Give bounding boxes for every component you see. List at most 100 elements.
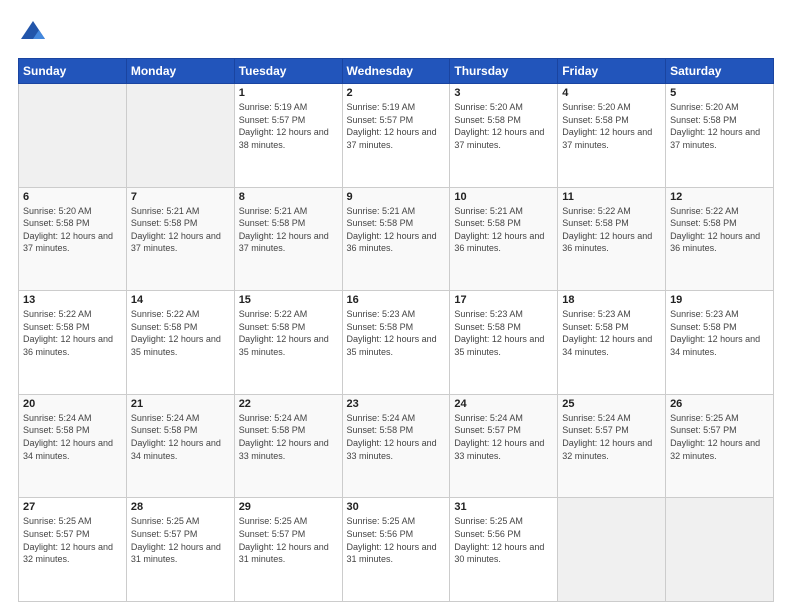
weekday-header-wednesday: Wednesday	[342, 59, 450, 84]
day-number: 17	[454, 294, 553, 306]
calendar-cell: 17 Sunrise: 5:23 AM Sunset: 5:58 PM Dayli…	[450, 291, 558, 395]
day-info: Sunrise: 5:19 AM Sunset: 5:57 PM Dayligh…	[347, 101, 446, 151]
day-info: Sunrise: 5:21 AM Sunset: 5:58 PM Dayligh…	[454, 205, 553, 255]
weekday-header-saturday: Saturday	[666, 59, 774, 84]
calendar-cell: 15Sunrise: 5:22 AM Sunset: 5:58 PM Dayli…	[234, 291, 342, 395]
day-number: 12	[670, 191, 769, 203]
day-info: Sunrise: 5:20 AM Sunset: 5:58 PM Dayligh…	[23, 205, 122, 255]
day-number: 1	[239, 87, 338, 99]
calendar-cell: 23 Sunrise: 5:24 AM Sunset: 5:58 PM Dayli…	[342, 394, 450, 498]
calendar-cell	[666, 498, 774, 602]
day-info: Sunrise: 5:25 AM Sunset: 5:56 PM Dayligh…	[347, 515, 446, 565]
day-number: 21	[131, 398, 230, 410]
day-info: Sunrise: 5:23 AM Sunset: 5:58 PM Dayligh…	[347, 308, 446, 358]
day-info: Sunrise: 5:24 AM Sunset: 5:58 PM Dayligh…	[239, 412, 338, 462]
calendar-week-1: 1 Sunrise: 5:19 AM Sunset: 5:57 PM Daylig…	[19, 84, 774, 188]
calendar-cell: 11 Sunrise: 5:22 AM Sunset: 5:58 PM Dayli…	[558, 187, 666, 291]
day-info: Sunrise: 5:25 AM Sunset: 5:57 PM Dayligh…	[239, 515, 338, 565]
day-info: Sunrise: 5:25 AM Sunset: 5:57 PM Dayligh…	[23, 515, 122, 565]
calendar-cell: 20 Sunrise: 5:24 AM Sunset: 5:58 PM Dayli…	[19, 394, 127, 498]
calendar-cell: 14 Sunrise: 5:22 AM Sunset: 5:58 PM Dayli…	[126, 291, 234, 395]
day-number: 8	[239, 191, 338, 203]
day-number: 31	[454, 501, 553, 513]
calendar-cell: 4 Sunrise: 5:20 AM Sunset: 5:58 PM Daylig…	[558, 84, 666, 188]
weekday-header-row: SundayMondayTuesdayWednesdayThursdayFrid…	[19, 59, 774, 84]
day-info: Sunrise: 5:20 AM Sunset: 5:58 PM Dayligh…	[454, 101, 553, 151]
day-info: Sunrise: 5:24 AM Sunset: 5:58 PM Dayligh…	[23, 412, 122, 462]
day-number: 20	[23, 398, 122, 410]
calendar-cell: 18Sunrise: 5:23 AM Sunset: 5:58 PM Dayli…	[558, 291, 666, 395]
day-info: Sunrise: 5:21 AM Sunset: 5:58 PM Dayligh…	[131, 205, 230, 255]
day-number: 3	[454, 87, 553, 99]
calendar-cell: 16 Sunrise: 5:23 AM Sunset: 5:58 PM Dayli…	[342, 291, 450, 395]
day-number: 19	[670, 294, 769, 306]
logo	[18, 18, 52, 48]
day-number: 29	[239, 501, 338, 513]
day-info: Sunrise: 5:22 AM Sunset: 5:58 PM Dayligh…	[23, 308, 122, 358]
day-number: 25	[562, 398, 661, 410]
calendar-cell: 10Sunrise: 5:21 AM Sunset: 5:58 PM Dayli…	[450, 187, 558, 291]
day-number: 14	[131, 294, 230, 306]
calendar-cell: 19 Sunrise: 5:23 AM Sunset: 5:58 PM Dayli…	[666, 291, 774, 395]
calendar-cell: 13 Sunrise: 5:22 AM Sunset: 5:58 PM Dayli…	[19, 291, 127, 395]
day-info: Sunrise: 5:19 AM Sunset: 5:57 PM Dayligh…	[239, 101, 338, 151]
calendar-cell: 5 Sunrise: 5:20 AM Sunset: 5:58 PM Daylig…	[666, 84, 774, 188]
page: SundayMondayTuesdayWednesdayThursdayFrid…	[0, 0, 792, 612]
day-number: 16	[347, 294, 446, 306]
day-number: 13	[23, 294, 122, 306]
day-number: 11	[562, 191, 661, 203]
calendar-cell: 29 Sunrise: 5:25 AM Sunset: 5:57 PM Dayli…	[234, 498, 342, 602]
calendar-cell: 30 Sunrise: 5:25 AM Sunset: 5:56 PM Dayli…	[342, 498, 450, 602]
calendar-cell: 12 Sunrise: 5:22 AM Sunset: 5:58 PM Dayli…	[666, 187, 774, 291]
day-info: Sunrise: 5:22 AM Sunset: 5:58 PM Dayligh…	[562, 205, 661, 255]
calendar-week-2: 6 Sunrise: 5:20 AM Sunset: 5:58 PM Daylig…	[19, 187, 774, 291]
weekday-header-monday: Monday	[126, 59, 234, 84]
day-number: 7	[131, 191, 230, 203]
calendar-cell: 9 Sunrise: 5:21 AM Sunset: 5:58 PM Daylig…	[342, 187, 450, 291]
calendar-cell: 1 Sunrise: 5:19 AM Sunset: 5:57 PM Daylig…	[234, 84, 342, 188]
calendar-cell	[558, 498, 666, 602]
calendar-cell: 24 Sunrise: 5:24 AM Sunset: 5:57 PM Dayli…	[450, 394, 558, 498]
day-number: 18	[562, 294, 661, 306]
calendar-cell: 28 Sunrise: 5:25 AM Sunset: 5:57 PM Dayli…	[126, 498, 234, 602]
weekday-header-sunday: Sunday	[19, 59, 127, 84]
calendar-table: SundayMondayTuesdayWednesdayThursdayFrid…	[18, 58, 774, 602]
day-info: Sunrise: 5:22 AM Sunset: 5:58 PM Dayligh…	[131, 308, 230, 358]
day-info: Sunrise: 5:23 AM Sunset: 5:58 PM Dayligh…	[670, 308, 769, 358]
day-info: Sunrise: 5:25 AM Sunset: 5:56 PM Dayligh…	[454, 515, 553, 565]
weekday-header-thursday: Thursday	[450, 59, 558, 84]
day-number: 5	[670, 87, 769, 99]
calendar-cell: 7 Sunrise: 5:21 AM Sunset: 5:58 PM Daylig…	[126, 187, 234, 291]
calendar-cell	[126, 84, 234, 188]
day-info: Sunrise: 5:20 AM Sunset: 5:58 PM Dayligh…	[562, 101, 661, 151]
day-number: 26	[670, 398, 769, 410]
day-number: 28	[131, 501, 230, 513]
calendar-week-3: 13 Sunrise: 5:22 AM Sunset: 5:58 PM Dayli…	[19, 291, 774, 395]
day-info: Sunrise: 5:21 AM Sunset: 5:58 PM Dayligh…	[347, 205, 446, 255]
day-info: Sunrise: 5:24 AM Sunset: 5:57 PM Dayligh…	[562, 412, 661, 462]
day-number: 9	[347, 191, 446, 203]
calendar-cell: 25 Sunrise: 5:24 AM Sunset: 5:57 PM Dayli…	[558, 394, 666, 498]
day-info: Sunrise: 5:25 AM Sunset: 5:57 PM Dayligh…	[670, 412, 769, 462]
calendar-cell: 22 Sunrise: 5:24 AM Sunset: 5:58 PM Dayli…	[234, 394, 342, 498]
day-number: 27	[23, 501, 122, 513]
day-number: 4	[562, 87, 661, 99]
day-info: Sunrise: 5:21 AM Sunset: 5:58 PM Dayligh…	[239, 205, 338, 255]
day-info: Sunrise: 5:24 AM Sunset: 5:57 PM Dayligh…	[454, 412, 553, 462]
day-info: Sunrise: 5:22 AM Sunset: 5:58 PM Dayligh…	[670, 205, 769, 255]
day-info: Sunrise: 5:24 AM Sunset: 5:58 PM Dayligh…	[347, 412, 446, 462]
day-number: 24	[454, 398, 553, 410]
day-info: Sunrise: 5:23 AM Sunset: 5:58 PM Dayligh…	[454, 308, 553, 358]
weekday-header-friday: Friday	[558, 59, 666, 84]
calendar-cell	[19, 84, 127, 188]
calendar-cell: 27 Sunrise: 5:25 AM Sunset: 5:57 PM Dayli…	[19, 498, 127, 602]
day-info: Sunrise: 5:25 AM Sunset: 5:57 PM Dayligh…	[131, 515, 230, 565]
calendar-cell: 21Sunrise: 5:24 AM Sunset: 5:58 PM Dayli…	[126, 394, 234, 498]
day-number: 15	[239, 294, 338, 306]
day-number: 30	[347, 501, 446, 513]
day-info: Sunrise: 5:20 AM Sunset: 5:58 PM Dayligh…	[670, 101, 769, 151]
day-number: 22	[239, 398, 338, 410]
calendar-cell: 2Sunrise: 5:19 AM Sunset: 5:57 PM Daylig…	[342, 84, 450, 188]
day-number: 6	[23, 191, 122, 203]
day-number: 23	[347, 398, 446, 410]
